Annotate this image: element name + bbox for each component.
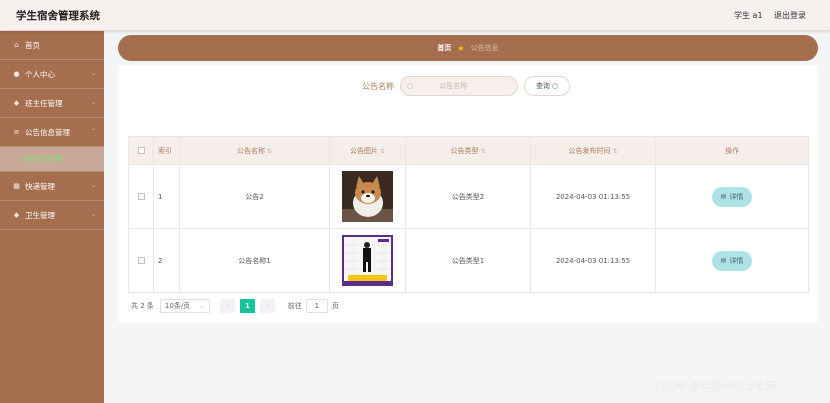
detail-button[interactable]: ▤ 详情 xyxy=(712,186,752,207)
sort-icon[interactable]: ⇅ xyxy=(480,148,485,155)
grid-icon: ▦ xyxy=(13,182,20,190)
table-row: 2 公告名称1 公告类型1 2024-04-03 01:13:55 ▤ 详情 xyxy=(128,228,809,293)
logout-link[interactable]: 退出登录 xyxy=(774,10,806,21)
sidebar-item-notice[interactable]: ≡ 公告信息管理 ⌃ xyxy=(0,118,104,147)
sidebar-item-express[interactable]: ▦ 快递管理 ⌄ xyxy=(0,172,104,201)
column-header-label: 公告名称 xyxy=(236,146,265,155)
search-label: 公告名称 xyxy=(362,82,394,91)
sidebar-item-label: 公告信息管理 xyxy=(25,127,70,137)
poster-photo[interactable] xyxy=(342,235,393,286)
pagination: 共 2 条 10条/页 ⌄ ‹ 1 › 前往 1 页 xyxy=(131,299,339,313)
cell-actions: ▤ 详情 xyxy=(655,164,809,229)
pagination-total: 共 2 条 xyxy=(131,302,154,310)
sort-icon[interactable]: ⇅ xyxy=(380,148,385,155)
table-row: 1 公告2 公告类型2 2024-04-03 01:13:55 ▤ 详情 xyxy=(128,164,809,229)
next-page-button[interactable]: › xyxy=(259,299,275,313)
shield-icon: ◆ xyxy=(13,211,20,219)
notice-table: 索引 公告名称 ⇅ 公告图片 ⇅ 公告类型 ⇅ 公告发布时间 ⇅ 操作 1 公告2 公告… xyxy=(128,136,809,293)
goto-label: 前往 xyxy=(287,302,302,310)
sidebar-subitem-notice[interactable]: 公告信息管理 xyxy=(0,147,104,172)
sidebar-item-teacher[interactable]: ◆ 班主任管理 ⌄ xyxy=(0,89,104,118)
search-button[interactable]: 查询 ○ xyxy=(524,76,570,96)
cell-time: 2024-04-03 01:13:55 xyxy=(530,164,656,229)
page-size-value: 10条/页 xyxy=(164,302,191,310)
sidebar-item-label: 个人中心 xyxy=(25,69,55,79)
column-header-index: 索引 xyxy=(153,136,180,165)
goto-unit: 页 xyxy=(331,302,339,310)
detail-button[interactable]: ▤ 详情 xyxy=(712,250,752,271)
column-header-name[interactable]: 公告名称 ⇅ xyxy=(179,136,330,165)
sidebar-item-label: 首页 xyxy=(25,40,40,50)
cell-time: 2024-04-03 01:13:55 xyxy=(530,228,656,293)
detail-button-label: 详情 xyxy=(729,192,744,201)
sidebar: ⌂ 首页 ● 个人中心 ⌄ ◆ 班主任管理 ⌄ ≡ 公告信息管理 ⌃ 公告信息管… xyxy=(0,31,104,403)
sidebar-item-label: 快递管理 xyxy=(25,181,55,191)
document-icon: ▤ xyxy=(720,193,727,200)
column-header-label: 公告类型 xyxy=(450,146,479,155)
chevron-down-icon: ⌄ xyxy=(90,182,96,189)
top-header: 学生宿舍管理系统 学生 a1 退出登录 xyxy=(0,0,830,31)
goto-page-input[interactable]: 1 xyxy=(305,299,328,313)
select-all-checkbox[interactable] xyxy=(137,147,145,154)
cell-index: 1 xyxy=(153,164,180,229)
user-icon: ● xyxy=(13,70,20,78)
list-icon: ≡ xyxy=(13,128,20,136)
chevron-down-icon: ⌄ xyxy=(90,211,96,218)
search-button-label: 查询 xyxy=(535,82,550,90)
chevron-down-icon: ⌄ xyxy=(90,70,96,77)
page-size-select[interactable]: 10条/页 ⌄ xyxy=(159,299,210,313)
column-header-label: 公告发布时间 xyxy=(568,146,611,155)
star-icon: ★ xyxy=(457,43,465,53)
row-checkbox[interactable] xyxy=(137,193,145,200)
cell-image[interactable] xyxy=(329,228,406,293)
breadcrumb: 首页 ★ 公告信息 xyxy=(118,35,818,61)
search-input[interactable]: ○ 公告名称 xyxy=(400,76,518,96)
search-icon: ○ xyxy=(407,82,414,90)
column-header-type[interactable]: 公告类型 ⇅ xyxy=(405,136,531,165)
sidebar-item-profile[interactable]: ● 个人中心 ⌄ xyxy=(0,60,104,89)
chevron-down-icon: ⌄ xyxy=(90,99,96,106)
sidebar-item-label: 卫生管理 xyxy=(25,210,55,220)
detail-button-label: 详情 xyxy=(729,256,744,265)
cell-actions: ▤ 详情 xyxy=(655,228,809,293)
breadcrumb-current: 公告信息 xyxy=(470,44,499,52)
cell-index: 2 xyxy=(153,228,180,293)
table-header-row: 索引 公告名称 ⇅ 公告图片 ⇅ 公告类型 ⇅ 公告发布时间 ⇅ 操作 xyxy=(128,136,809,165)
sidebar-item-hygiene[interactable]: ◆ 卫生管理 ⌄ xyxy=(0,201,104,230)
chevron-up-icon: ⌃ xyxy=(90,128,96,135)
document-icon: ▤ xyxy=(720,257,727,264)
column-header-label: 公告图片 xyxy=(349,146,378,155)
prev-page-button[interactable]: ‹ xyxy=(219,299,235,313)
row-checkbox[interactable] xyxy=(137,257,145,264)
chevron-down-icon: ⌄ xyxy=(199,302,205,310)
current-user: 学生 a1 xyxy=(734,11,763,20)
sort-icon[interactable]: ⇅ xyxy=(612,148,617,155)
breadcrumb-home[interactable]: 首页 xyxy=(437,43,451,53)
cell-image[interactable] xyxy=(329,164,406,229)
cell-name: 公告名称1 xyxy=(179,228,330,293)
home-icon: ⌂ xyxy=(14,41,19,49)
sort-icon[interactable]: ⇅ xyxy=(267,148,272,155)
column-header-image[interactable]: 公告图片 ⇅ xyxy=(329,136,406,165)
page-number-current[interactable]: 1 xyxy=(239,299,255,313)
sidebar-item-label: 班主任管理 xyxy=(25,98,63,108)
watermark-text: CSDN @无敌の小さな蚊 xyxy=(654,380,777,393)
cell-name: 公告2 xyxy=(179,164,330,229)
sidebar-item-home[interactable]: ⌂ 首页 xyxy=(0,31,104,60)
column-header-time[interactable]: 公告发布时间 ⇅ xyxy=(530,136,656,165)
app-title: 学生宿舍管理系统 xyxy=(16,10,100,22)
search-placeholder: 公告名称 xyxy=(439,82,468,90)
search-icon: ○ xyxy=(551,82,559,90)
shiba-dog-photo[interactable] xyxy=(342,171,393,222)
cell-type: 公告类型2 xyxy=(405,164,531,229)
column-header-actions: 操作 xyxy=(655,136,809,165)
cell-type: 公告类型1 xyxy=(405,228,531,293)
shield-icon: ◆ xyxy=(13,99,20,107)
